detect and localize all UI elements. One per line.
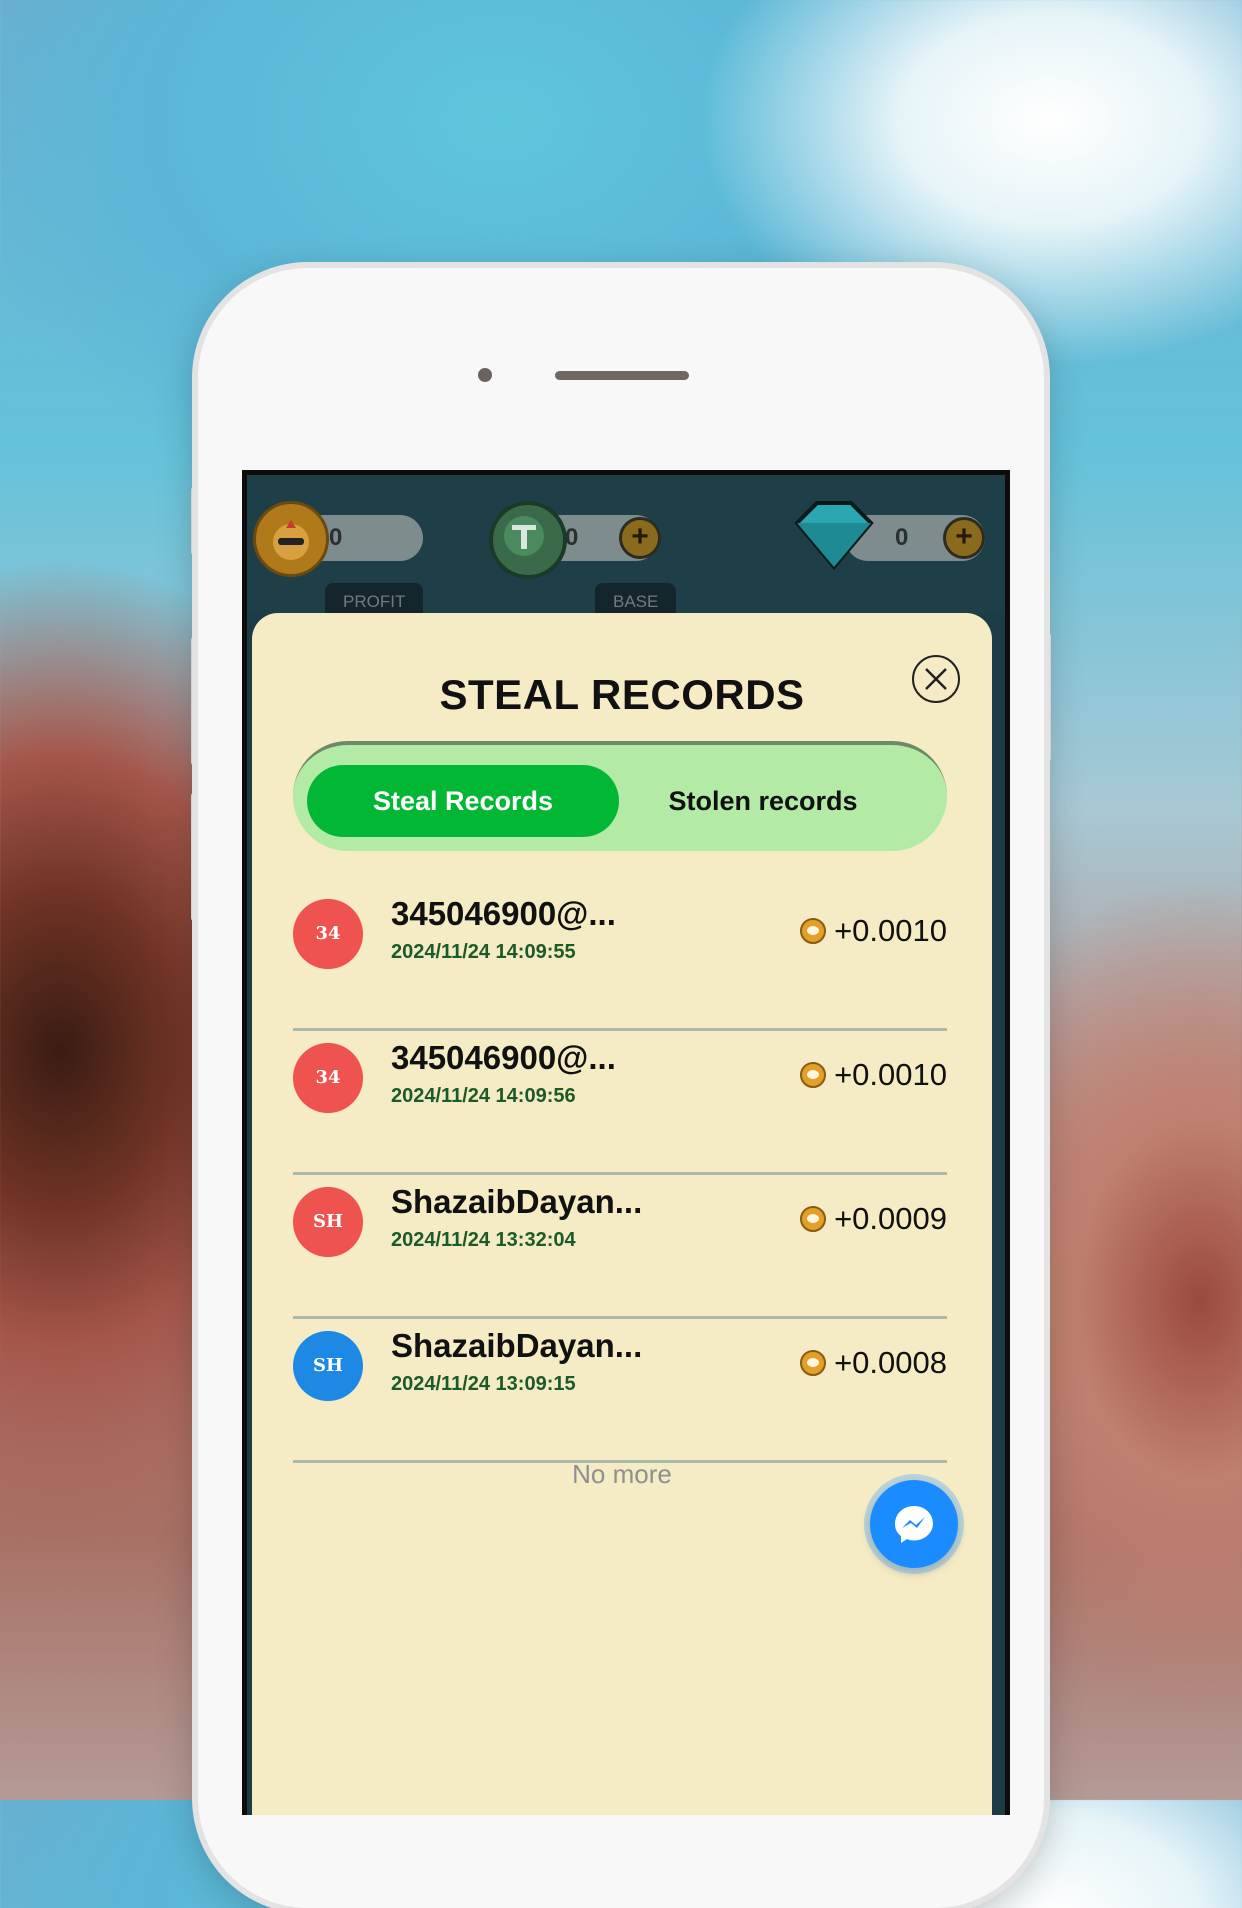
record-time: 2024/11/24 13:32:04 bbox=[391, 1229, 576, 1251]
profit-value: 0 bbox=[329, 524, 343, 551]
record-amount: +0.0009 bbox=[800, 1201, 947, 1237]
avatar: 34 bbox=[293, 1043, 363, 1113]
modal-title: STEAL RECORDS bbox=[439, 671, 805, 718]
close-icon[interactable] bbox=[912, 655, 960, 703]
gems-value: 0 bbox=[895, 524, 909, 551]
record-username: 345046900@... bbox=[391, 1039, 616, 1076]
base-balance[interactable]: 0 + bbox=[489, 501, 661, 579]
record-time: 2024/11/24 14:09:56 bbox=[391, 1085, 576, 1107]
phone-screen: 0 PROFIT 0 + BASE 0 + STEAL RECORDS Stea… bbox=[242, 470, 1010, 1815]
record-amount-value: +0.0009 bbox=[834, 1201, 947, 1236]
base-tag: BASE bbox=[595, 583, 677, 617]
record-username: ShazaibDayan... bbox=[391, 1183, 643, 1220]
currency-bar: 0 PROFIT 0 + BASE 0 + bbox=[247, 475, 1005, 617]
chicken-icon bbox=[253, 501, 329, 577]
coin-icon bbox=[800, 1350, 827, 1376]
record-amount-value: +0.0010 bbox=[834, 913, 947, 948]
base-value: 0 bbox=[565, 524, 579, 551]
list-item[interactable]: SH ShazaibDayan... 2024/11/24 13:32:04 +… bbox=[293, 1175, 947, 1319]
record-time: 2024/11/24 13:09:15 bbox=[391, 1373, 576, 1395]
record-amount: +0.0010 bbox=[800, 913, 947, 949]
avatar: 34 bbox=[293, 899, 363, 969]
record-time: 2024/11/24 14:09:55 bbox=[391, 941, 576, 963]
profit-balance: 0 bbox=[253, 501, 423, 577]
coin-icon bbox=[800, 1206, 827, 1232]
diamond-icon bbox=[789, 495, 879, 580]
coin-icon bbox=[800, 1062, 827, 1088]
tether-icon bbox=[489, 501, 567, 579]
tab-stolen-records[interactable]: Stolen records bbox=[607, 765, 919, 837]
tab-steal-records[interactable]: Steal Records bbox=[307, 765, 619, 837]
list-item[interactable]: 34 345046900@... 2024/11/24 14:09:55 +0.… bbox=[293, 887, 947, 1031]
avatar: SH bbox=[293, 1187, 363, 1257]
coin-icon bbox=[800, 918, 827, 944]
gems-add-icon[interactable]: + bbox=[943, 517, 985, 559]
base-add-icon[interactable]: + bbox=[619, 517, 661, 559]
profit-tag: PROFIT bbox=[325, 583, 424, 617]
list-item[interactable]: SH ShazaibDayan... 2024/11/24 13:09:15 +… bbox=[293, 1319, 947, 1463]
messenger-button[interactable] bbox=[870, 1480, 958, 1568]
record-username: 345046900@... bbox=[391, 895, 616, 932]
phone-speaker bbox=[555, 371, 689, 380]
record-username: ShazaibDayan... bbox=[391, 1327, 643, 1364]
avatar: SH bbox=[293, 1331, 363, 1401]
records-tab-group: Steal Records Stolen records bbox=[293, 741, 947, 851]
list-end-message: No more bbox=[572, 1459, 672, 1489]
steal-records-sheet: STEAL RECORDS Steal Records Stolen recor… bbox=[252, 613, 992, 1815]
record-amount-value: +0.0008 bbox=[834, 1345, 947, 1380]
record-amount: +0.0008 bbox=[800, 1345, 947, 1381]
record-amount-value: +0.0010 bbox=[834, 1057, 947, 1092]
messenger-icon bbox=[895, 1506, 933, 1543]
record-amount: +0.0010 bbox=[800, 1057, 947, 1093]
gems-balance[interactable]: 0 + bbox=[794, 501, 985, 571]
phone-camera bbox=[478, 368, 492, 382]
list-item[interactable]: 34 345046900@... 2024/11/24 14:09:56 +0.… bbox=[293, 1031, 947, 1175]
